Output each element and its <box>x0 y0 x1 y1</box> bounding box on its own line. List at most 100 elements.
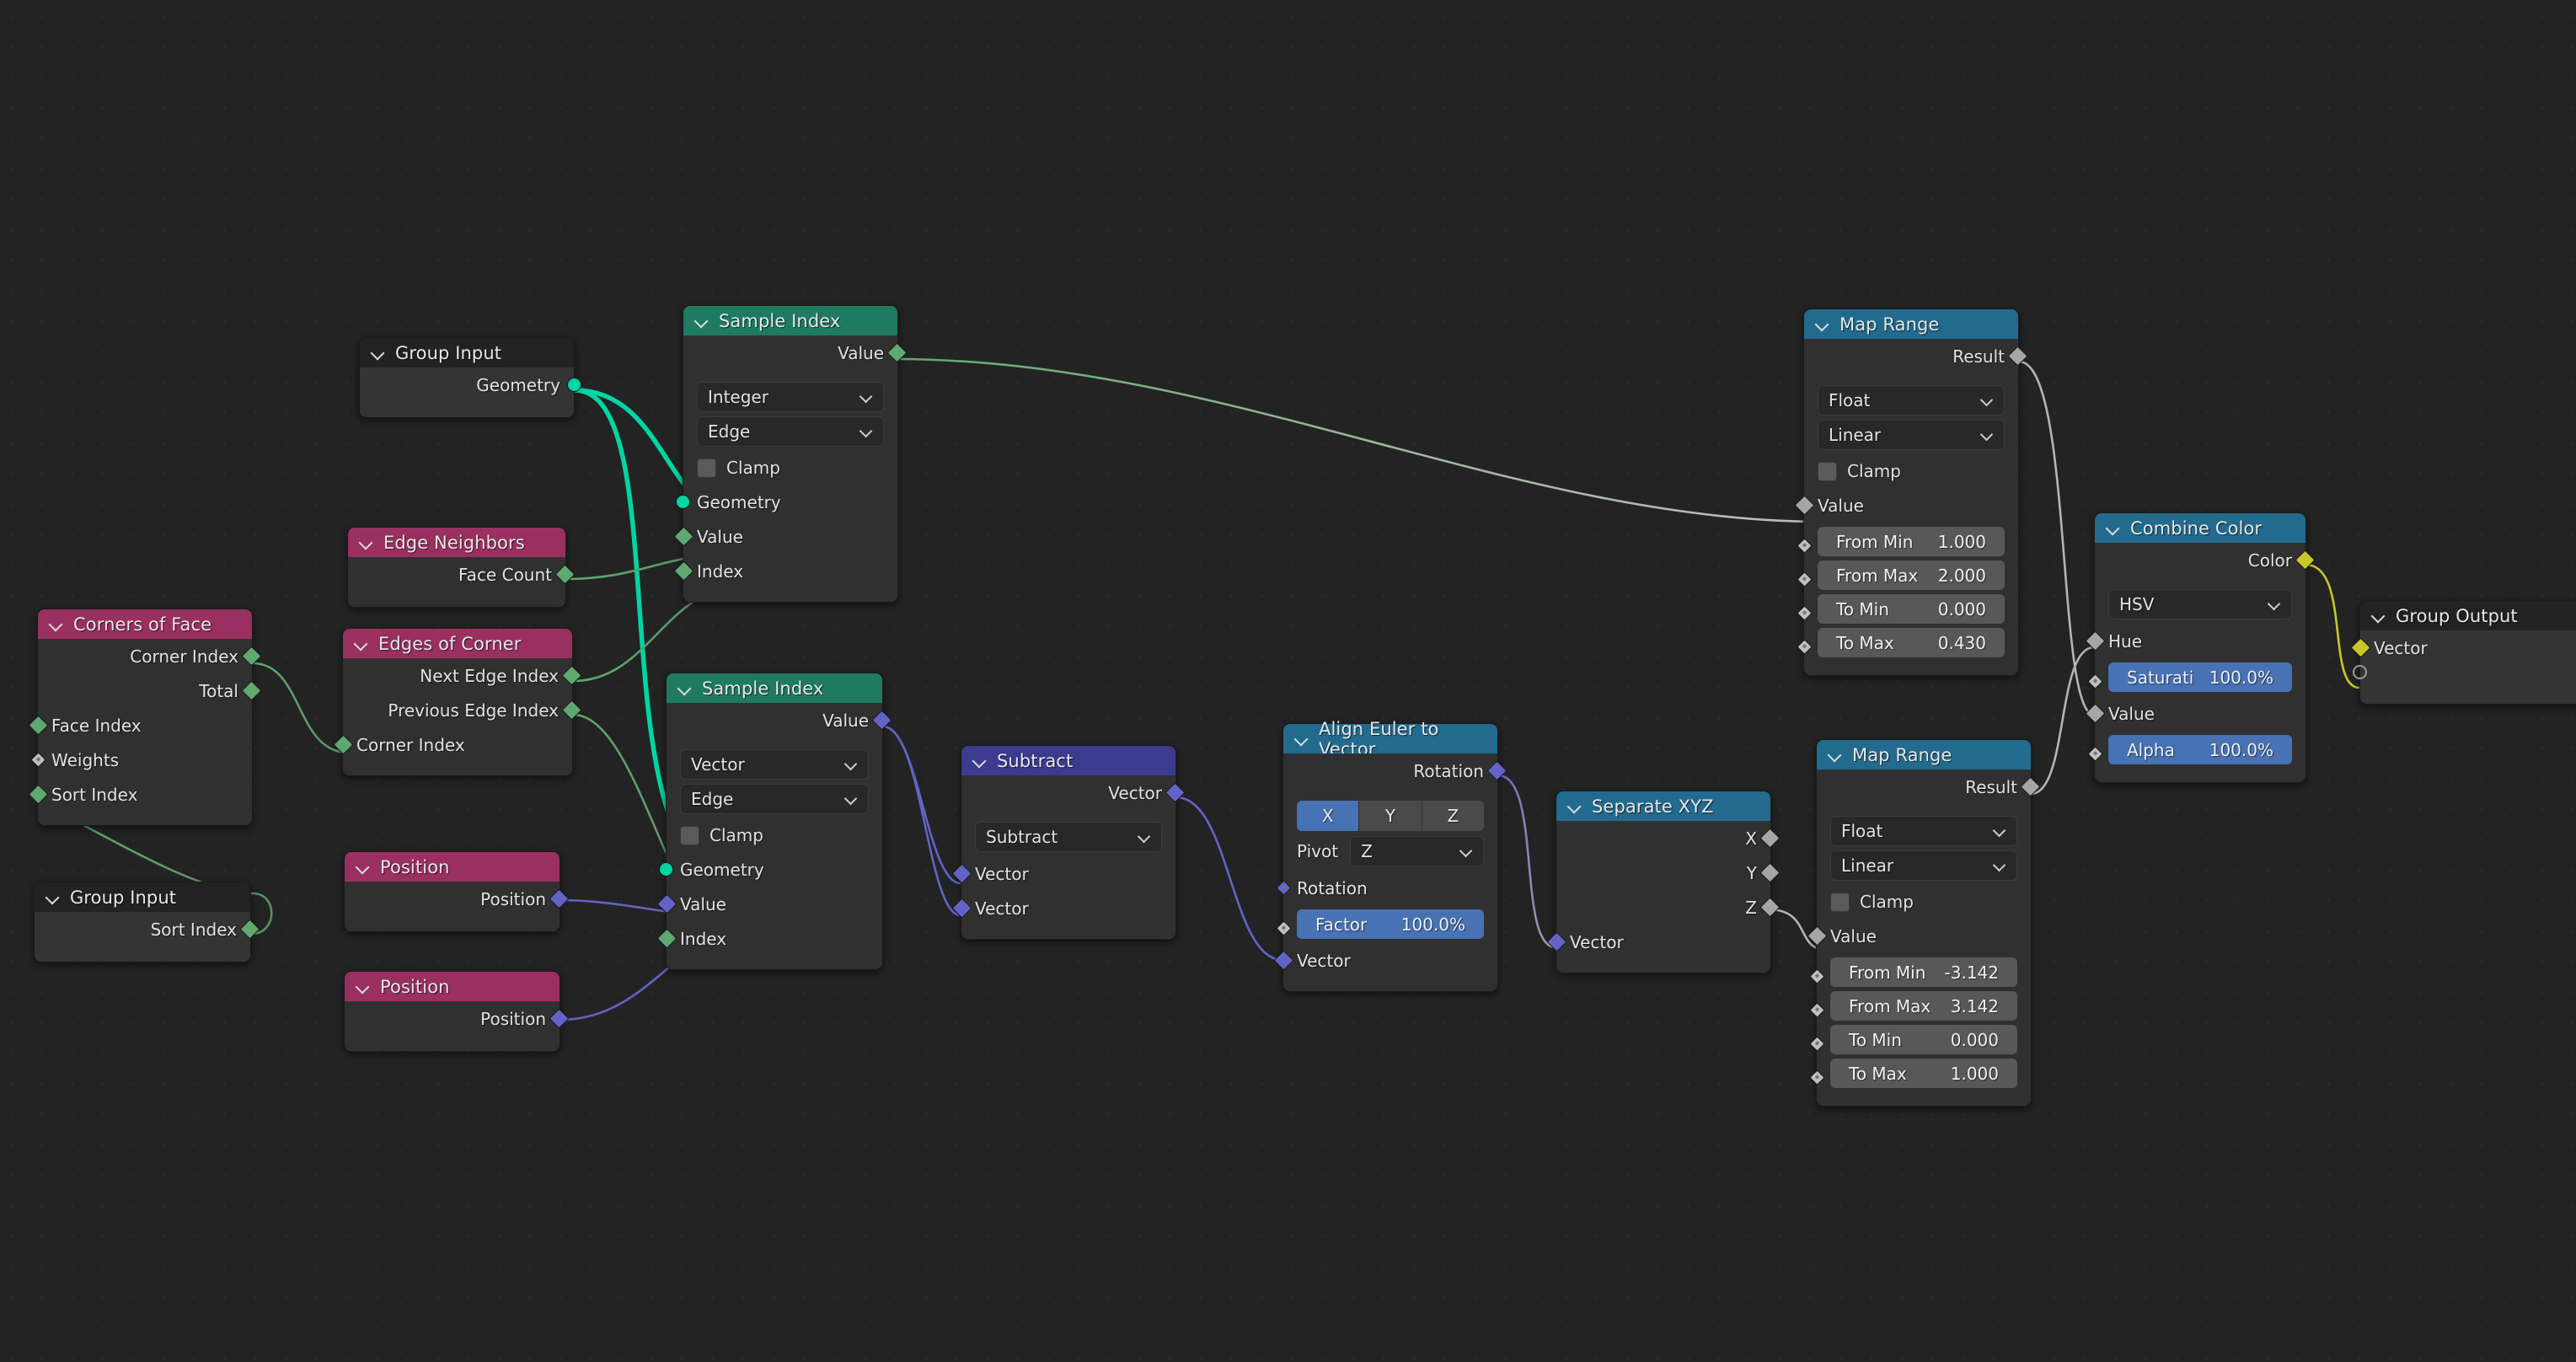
node-header[interactable]: Group Input <box>35 882 250 912</box>
dropdown-domain[interactable]: Edge <box>697 416 884 447</box>
chevron-down-icon[interactable] <box>972 753 988 769</box>
chevron-down-icon[interactable] <box>694 313 710 330</box>
axis-toggle-x[interactable]: X <box>1297 801 1360 831</box>
node-group-output[interactable]: Group Output Vector <box>2350 600 2576 705</box>
socket-to-max-input[interactable] <box>1797 639 1813 655</box>
field-from-min[interactable]: From Min 1.000 <box>1818 527 2005 556</box>
node-corners-of-face[interactable]: Corners of Face Corner Index Total Face … <box>28 609 262 826</box>
chevron-down-icon[interactable] <box>353 635 370 652</box>
field-from-max[interactable]: From Max 3.142 <box>1830 991 2017 1021</box>
socket-geometry-output[interactable] <box>567 378 581 392</box>
chevron-down-icon[interactable] <box>1814 316 1831 333</box>
chevron-down-icon[interactable] <box>355 859 372 876</box>
field-alpha[interactable]: Alpha 100.0% <box>2108 735 2292 764</box>
dropdown-interpolation[interactable]: Linear <box>1818 420 2005 450</box>
chevron-down-icon[interactable] <box>45 889 62 906</box>
node-sample-index-bottom[interactable]: Sample Index Value Vector Edge Clamp Geo… <box>656 673 892 970</box>
node-header[interactable]: Map Range <box>1804 309 2018 339</box>
socket-from-max-input[interactable] <box>1809 1002 1825 1018</box>
socket-weights-input[interactable] <box>30 752 46 768</box>
socket-vector-input[interactable] <box>1546 931 1567 952</box>
node-header[interactable]: Combine Color <box>2095 513 2306 543</box>
node-header[interactable]: Edges of Corner <box>343 629 572 658</box>
socket-factor-input[interactable] <box>1276 920 1292 936</box>
socket-vector-input-2[interactable] <box>951 898 972 919</box>
socket-value-input[interactable] <box>1794 495 1815 516</box>
field-to-max[interactable]: To Max 0.430 <box>1818 628 2005 657</box>
node-header[interactable]: Sample Index <box>667 673 882 703</box>
chevron-down-icon[interactable] <box>677 680 694 697</box>
node-header[interactable]: Map Range <box>1817 740 2031 769</box>
dropdown-domain[interactable]: Edge <box>680 784 869 814</box>
field-from-min[interactable]: From Min -3.142 <box>1830 957 2017 987</box>
socket-z-output[interactable] <box>1759 897 1781 918</box>
chevron-down-icon[interactable] <box>1827 747 1844 764</box>
socket-geometry-input[interactable] <box>659 862 673 877</box>
socket-total-output[interactable] <box>241 680 262 701</box>
dropdown-operation[interactable]: Subtract <box>975 822 1162 852</box>
socket-sort-index-output[interactable] <box>239 919 260 940</box>
socket-vector-input[interactable] <box>1273 950 1294 971</box>
socket-from-min-input[interactable] <box>1809 968 1825 984</box>
socket-value-input[interactable] <box>656 893 677 914</box>
node-header[interactable]: Corners of Face <box>38 609 252 639</box>
node-position-top[interactable]: Position Position <box>344 851 570 932</box>
socket-saturation-input[interactable] <box>2087 673 2103 689</box>
socket-index-input[interactable] <box>673 560 694 582</box>
chevron-down-icon[interactable] <box>1293 731 1310 748</box>
checkbox-clamp[interactable] <box>1818 461 1837 481</box>
socket-x-output[interactable] <box>1759 828 1781 849</box>
socket-rotation-input[interactable] <box>1276 880 1292 896</box>
socket-previous-edge-index-output[interactable] <box>561 700 582 721</box>
dropdown-pivot[interactable]: Z <box>1350 836 1484 866</box>
socket-corner-index-input[interactable] <box>333 734 354 755</box>
node-map-range-bottom[interactable]: Map Range Result Float Linear Clamp Valu… <box>1807 739 2041 1107</box>
socket-result-output[interactable] <box>2007 346 2028 367</box>
field-to-min[interactable]: To Min 0.000 <box>1818 594 2005 624</box>
node-group-input-bottom[interactable]: Group Input Sort Index <box>34 882 260 963</box>
field-factor[interactable]: Factor 100.0% <box>1297 909 1484 939</box>
field-saturation[interactable]: Saturati 100.0% <box>2108 662 2292 692</box>
dropdown-interpolation[interactable]: Linear <box>1830 850 2017 881</box>
dropdown-data-type[interactable]: Float <box>1818 385 2005 416</box>
field-to-max[interactable]: To Max 1.000 <box>1830 1059 2017 1088</box>
socket-alpha-input[interactable] <box>2087 746 2103 762</box>
chevron-down-icon[interactable] <box>370 345 387 362</box>
node-sample-index-top[interactable]: Sample Index Value Integer Edge Clamp Ge… <box>673 305 908 603</box>
chevron-down-icon[interactable] <box>2105 520 2122 537</box>
node-header[interactable]: Separate XYZ <box>1556 791 1770 821</box>
node-header[interactable]: Subtract <box>961 746 1176 775</box>
field-from-max[interactable]: From Max 2.000 <box>1818 560 2005 590</box>
node-header[interactable]: Sample Index <box>683 306 897 335</box>
dropdown-data-type[interactable]: Integer <box>697 382 884 412</box>
socket-to-max-input[interactable] <box>1809 1070 1825 1086</box>
socket-extend-input[interactable] <box>2353 665 2367 679</box>
node-header[interactable]: Edge Neighbors <box>348 528 565 557</box>
socket-vector-input-1[interactable] <box>951 863 972 884</box>
node-header[interactable]: Position <box>345 852 560 882</box>
checkbox-clamp-row[interactable]: Clamp <box>683 451 897 485</box>
checkbox-clamp[interactable] <box>680 825 699 845</box>
chevron-down-icon[interactable] <box>48 616 65 633</box>
checkbox-clamp-row[interactable]: Clamp <box>1804 454 2018 488</box>
socket-vector-output[interactable] <box>1165 782 1186 803</box>
chevron-down-icon[interactable] <box>358 534 375 551</box>
socket-position-output[interactable] <box>549 1008 570 1029</box>
socket-result-output[interactable] <box>2020 776 2041 797</box>
socket-from-min-input[interactable] <box>1797 538 1813 554</box>
node-header[interactable]: Position <box>345 972 560 1001</box>
socket-geometry-input[interactable] <box>676 495 690 509</box>
socket-value-input[interactable] <box>2085 703 2106 724</box>
socket-rotation-output[interactable] <box>1486 760 1508 781</box>
socket-value-output[interactable] <box>871 710 892 731</box>
node-align-euler-to-vector[interactable]: Align Euler to Vector Rotation X Y Z Piv… <box>1273 719 1508 992</box>
chevron-down-icon[interactable] <box>2370 608 2387 625</box>
socket-corner-index-output[interactable] <box>241 646 262 667</box>
checkbox-clamp-row[interactable]: Clamp <box>667 818 882 852</box>
socket-to-min-input[interactable] <box>1797 605 1813 621</box>
node-header[interactable]: Group Output <box>2360 601 2576 630</box>
node-group-input-top[interactable]: Group Input Geometry <box>359 337 581 418</box>
dropdown-data-type[interactable]: Float <box>1830 816 2017 846</box>
node-position-bottom[interactable]: Position Position <box>344 971 570 1052</box>
checkbox-clamp[interactable] <box>697 458 716 478</box>
